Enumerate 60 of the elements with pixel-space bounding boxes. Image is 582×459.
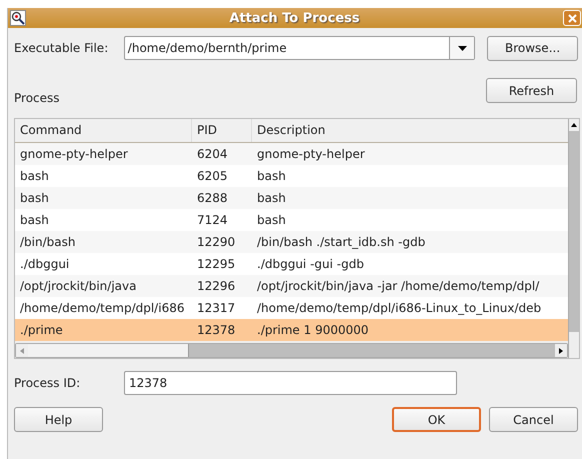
dropdown-arrow-icon <box>458 46 467 50</box>
close-button[interactable] <box>563 10 581 26</box>
table-cell-text: ./prime <box>19 323 64 337</box>
table-cell-text: gnome-pty-helper <box>19 147 129 161</box>
window-title: Attach To Process <box>228 10 361 26</box>
process-row[interactable]: bash 6288 bash <box>15 187 568 209</box>
browse-button[interactable]: Browse... <box>487 36 578 60</box>
process-row[interactable]: bash 7124 bash <box>15 209 568 231</box>
table-cell-text: /home/demo/temp/dpl/i686 <box>19 301 186 315</box>
table-cell-text: gnome-pty-helper <box>256 147 366 161</box>
table-cell-text: 12295 <box>196 257 236 271</box>
table-cell-text: ./prime 1 9000000 <box>256 323 370 337</box>
table-cell-text: ./dbggui <box>19 257 70 271</box>
process-row[interactable]: /opt/jrockit/bin/java 12296 /opt/jrockit/bin/java -jar /home/demo/temp/dpl/ <box>15 275 568 297</box>
table-cell-text: 12290 <box>196 235 236 249</box>
process-label: Process <box>14 91 61 105</box>
column-header[interactable]: PID <box>192 119 252 142</box>
close-icon <box>568 14 576 22</box>
process-row[interactable]: ./prime 12378 ./prime 1 9000000 <box>15 319 568 341</box>
table-cell-text: 12296 <box>196 279 236 293</box>
ok-button[interactable]: OK <box>392 407 481 432</box>
table-cell-text: bash <box>256 169 287 183</box>
table-cell-text: 7124 <box>196 213 229 227</box>
cancel-button[interactable]: Cancel <box>489 407 578 432</box>
table-cell-text: bash <box>19 169 50 183</box>
table-cell-text: bash <box>256 213 287 227</box>
process-id-label: Process ID: <box>14 376 82 390</box>
table-cell-text: 6205 <box>196 169 229 183</box>
up-arrow-icon <box>571 123 577 127</box>
table-cell-text: /bin/bash <box>19 235 76 249</box>
process-row[interactable]: bash 6205 bash <box>15 165 568 187</box>
scrollbar-thumb[interactable] <box>569 332 579 358</box>
column-header[interactable]: Command <box>15 119 192 142</box>
process-id-field[interactable]: 12378 <box>124 371 457 395</box>
table-cell-text: /opt/jrockit/bin/java -jar /home/demo/temp/dpl/ <box>256 279 540 293</box>
process-row[interactable]: /bin/bash 12290 /bin/bash ./start_idb.sh -gdb <box>15 231 568 253</box>
process-row[interactable]: ./dbggui 12295 ./dbggui -gui -gdb <box>15 253 568 275</box>
process-row[interactable]: gnome-pty-helper 6204 gnome-pty-helper <box>15 143 568 165</box>
table-cell-text: 6204 <box>196 147 229 161</box>
table-cell-text: /opt/jrockit/bin/java <box>19 279 138 293</box>
magnifier-icon <box>10 10 26 26</box>
vertical-scrollbar[interactable] <box>568 119 579 358</box>
table-cell-text: /bin/bash ./start_idb.sh -gdb <box>256 235 426 249</box>
table-cell-text: 6288 <box>196 191 229 205</box>
table-cell-text: bash <box>256 191 287 205</box>
executable-file-label: Executable File: <box>14 41 110 55</box>
table-cell-text: /home/demo/temp/dpl/i686-Linux_to_Linux/deb <box>256 301 542 315</box>
table-cell-text: bash <box>19 213 50 227</box>
table-cell-text: ./dbggui -gui -gdb <box>256 257 365 271</box>
left-arrow-icon <box>20 348 24 354</box>
table-cell-text: 12378 <box>196 323 236 337</box>
table-cell-text: bash <box>19 191 50 205</box>
refresh-button[interactable]: Refresh <box>486 78 577 103</box>
right-arrow-icon <box>559 348 563 354</box>
column-header[interactable]: Description <box>252 119 568 142</box>
horizontal-scrollbar[interactable] <box>15 343 568 358</box>
table-cell-text: 12317 <box>196 301 236 315</box>
executable-file-combo[interactable]: /home/demo/bernth/prime <box>124 36 476 60</box>
help-button[interactable]: Help <box>14 407 103 432</box>
process-row[interactable]: /home/demo/temp/dpl/i686 12317 /home/demo/temp/dpl/i686-Linux_to_Linux/deb <box>15 297 568 319</box>
